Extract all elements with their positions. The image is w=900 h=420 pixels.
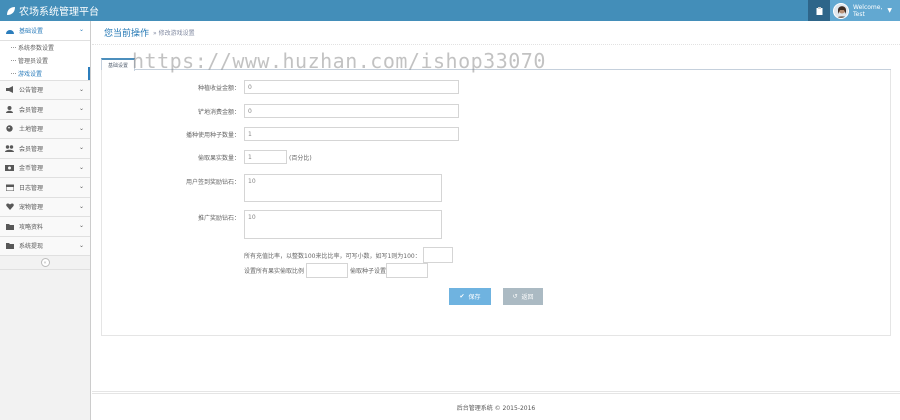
signin-reward-textarea[interactable]: 10 [244, 174, 442, 202]
avatar [833, 2, 849, 19]
clipboard-button[interactable] [808, 0, 830, 21]
watermark-url: https://www.huzhan.com/ishop33070 [132, 49, 546, 73]
sidebar-item-base-settings[interactable]: 基础设置 ⌄ [0, 21, 90, 41]
sidebar-item-withdraw[interactable]: 系统提现 ⌄ [0, 236, 90, 256]
sidebar-subitem-system-params[interactable]: 系统参数设置 [0, 41, 90, 54]
chevron-down-icon: ⌄ [78, 163, 84, 171]
calendar-icon [5, 183, 14, 191]
submenu: 系统参数设置 管理员设置 游戏设置 [0, 40, 90, 81]
page-header: 您当前操作 » 修改游戏设置 [92, 21, 900, 45]
page-title: 您当前操作 [104, 29, 150, 39]
chevron-down-icon: ⌄ [78, 85, 84, 93]
sidebar-item-guides[interactable]: 攻略资料 ⌄ [0, 217, 90, 237]
sidebar-item-members[interactable]: 会员管理 ⌄ [0, 100, 90, 120]
chevron-down-icon: ⌄ [78, 202, 84, 210]
dashboard-icon [5, 26, 14, 34]
cash-icon [5, 164, 14, 172]
referral-reward-textarea[interactable]: 10 [244, 210, 442, 239]
back-label: 返回 [521, 294, 534, 301]
form-label: 推广奖励钻石： [197, 215, 240, 222]
sidebar-item-label: 宠物管理 [19, 204, 44, 212]
chevron-down-icon: ⌄ [78, 222, 84, 229]
chevron-down-icon: ⌄ [78, 26, 84, 33]
planting-income-input[interactable]: 0 [244, 80, 459, 94]
chevron-down-icon: ⌄ [78, 183, 84, 190]
sidebar-item-coins[interactable]: 金币管理 ⌄ [0, 158, 90, 178]
clipboard-icon [816, 6, 822, 15]
user-icon [5, 105, 14, 113]
sidebar-item-land[interactable]: 土地管理 ⌄ [0, 119, 90, 139]
percent-suffix: (百分比) [289, 154, 312, 162]
sidebar-item-announcements[interactable]: 公告管理 ⌄ [0, 80, 90, 100]
chevron-down-icon: ⌄ [78, 241, 84, 249]
save-button[interactable]: ✔ 保存 [449, 288, 491, 305]
footer: 后台管理系统 © 2015-2016 [92, 391, 900, 420]
steal-amount-input[interactable]: 1 [244, 150, 287, 164]
double-chevron-left-icon: « [40, 258, 50, 267]
steal-ratio-label: 设置所有果实偷取比例 [244, 268, 305, 275]
sidebar-item-pets[interactable]: 宠物管理 ⌄ [0, 197, 90, 217]
megaphone-icon [5, 86, 14, 94]
globe-icon [5, 125, 14, 133]
user-menu[interactable]: Welcome, Test ▼ [830, 0, 900, 21]
app-title: 农场系统管理平台 [19, 7, 99, 18]
save-label: 保存 [468, 294, 481, 301]
brand[interactable]: 农场系统管理平台 [0, 3, 99, 18]
form-label: 铲地消费金额： [197, 108, 240, 116]
settings-form: 种植收益金额： 0 铲地消费金额： 0 播种使用种子数量： 1 偷取果实数量： … [101, 70, 891, 336]
steal-ratio-input[interactable] [306, 263, 349, 278]
folder-icon [5, 222, 14, 230]
sidebar-collapse-toggle[interactable]: « [0, 256, 90, 270]
sidebar-item-logs[interactable]: 日志管理 ⌄ [0, 178, 90, 198]
sidebar-item-label: 基础设置 [19, 27, 44, 35]
welcome-text: Welcome, [853, 3, 883, 11]
sidebar-item-label: 会员管理 [19, 145, 44, 153]
form-label: 偷取果实数量： [197, 154, 240, 162]
form-label: 播种使用种子数量： [185, 131, 240, 139]
sidebar-item-label: 系统提现 [19, 243, 44, 251]
sidebar-item-label: 会员管理 [19, 106, 44, 114]
caret-down-icon: ▼ [887, 7, 892, 14]
sidebar-item-label: 土地管理 [19, 126, 44, 134]
chevron-down-icon: ⌄ [78, 105, 84, 112]
sidebar-item-label: 金币管理 [19, 165, 44, 173]
sidebar-item-label: 日志管理 [19, 184, 44, 192]
top-navbar: 农场系统管理平台 Welcome, Test ▼ [0, 0, 900, 21]
chevron-down-icon: ⌄ [78, 144, 84, 151]
chevron-down-icon: ⌄ [78, 124, 84, 132]
sidebar-subitem-admin[interactable]: 管理员设置 [0, 54, 90, 67]
steal-seed-label: 偷取种子设置 [350, 268, 387, 275]
undo-icon: ↺ [512, 293, 518, 300]
back-button[interactable]: ↺ 返回 [503, 288, 543, 305]
sidebar-item-label: 公告管理 [19, 87, 44, 95]
check-icon: ✔ [459, 293, 465, 300]
shovel-cost-input[interactable]: 0 [244, 104, 459, 118]
recharge-ratio-input[interactable] [422, 247, 453, 263]
seed-count-input[interactable]: 1 [244, 127, 459, 141]
heart-icon [5, 203, 14, 211]
sidebar-subitem-game-settings[interactable]: 游戏设置 [0, 66, 90, 80]
sidebar-item-users[interactable]: 会员管理 ⌄ [0, 139, 90, 159]
page-subtitle: » 修改游戏设置 [153, 30, 195, 37]
form-label: 用户签到奖励钻石： [185, 179, 240, 186]
sidebar: 基础设置 ⌄ 系统参数设置 管理员设置 游戏设置 公告管理 ⌄ 会员管理 ⌄ 土… [0, 21, 91, 420]
steal-seed-input[interactable] [386, 263, 429, 278]
users-icon [5, 144, 14, 152]
recharge-ratio-note: 所有充值比率，以整数100来比比率，可写小数，如写1则为100： [244, 252, 421, 260]
form-label: 种植收益金额： [197, 84, 240, 92]
folder-icon [5, 242, 14, 250]
leaf-icon [7, 6, 15, 15]
username: Test [853, 10, 865, 18]
sidebar-item-label: 攻略资料 [19, 223, 44, 231]
main-content: 您当前操作 » 修改游戏设置 基础设置 种植收益金额： 0 铲地消费金额： 0 … [92, 21, 900, 420]
